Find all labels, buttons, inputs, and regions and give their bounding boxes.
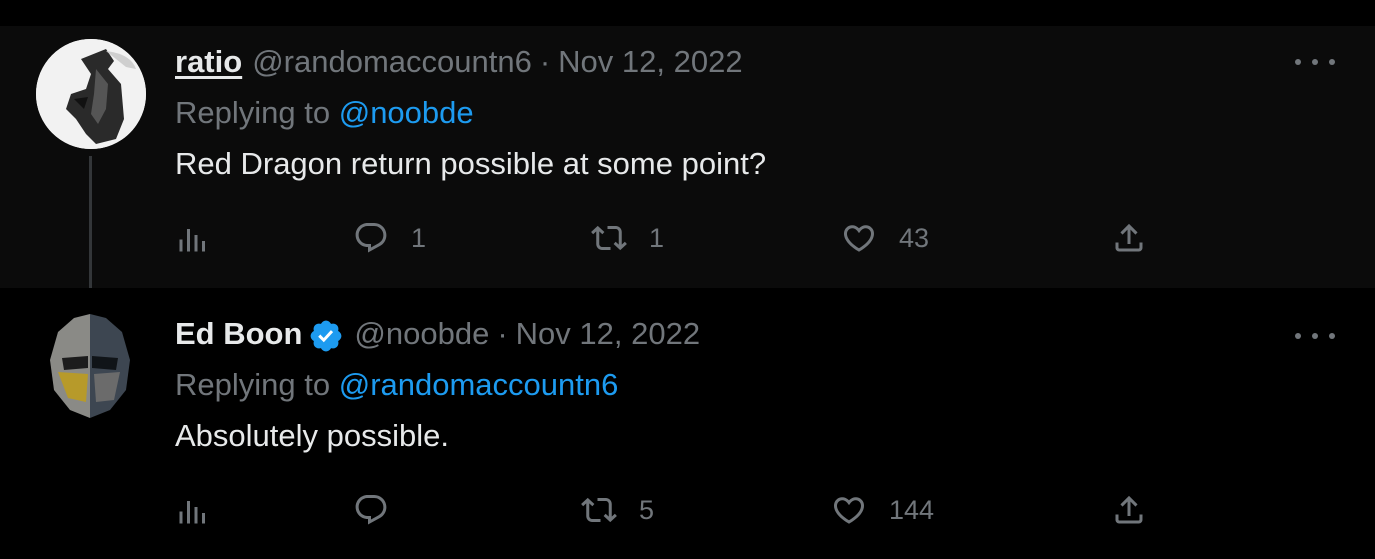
ellipsis-icon [1295, 59, 1301, 65]
bar-chart-icon [179, 229, 205, 252]
separator-dot: · [497, 316, 508, 351]
tweet-header: Ed Boon @noobde · Nov 12, 2022 [175, 314, 1315, 354]
upload-arrow-icon [1115, 495, 1143, 524]
mention-link[interactable]: @noobde [339, 95, 474, 130]
like-count: 43 [899, 222, 930, 253]
tweet-text: Red Dragon return possible at some point… [175, 146, 767, 181]
ellipsis-icon [1329, 333, 1335, 339]
retweet-arrows-icon [591, 225, 627, 251]
tweet-thread: ratio @randomaccountn6 · Nov 12, 2022 Re… [0, 0, 1375, 559]
heart-icon [843, 225, 875, 252]
separator-dot: · [539, 44, 551, 79]
replying-to: Replying to @randomaccountn6 [175, 365, 1315, 405]
display-name[interactable]: Ed Boon [175, 314, 302, 354]
views-button[interactable] [175, 216, 211, 260]
heart-icon [833, 497, 865, 524]
user-handle[interactable]: @noobde [354, 314, 489, 354]
retweet-arrows-icon [581, 497, 617, 523]
share-button[interactable] [1111, 488, 1147, 532]
tweet-actions: 5 144 [175, 488, 1155, 532]
ellipsis-icon [1329, 59, 1335, 65]
ellipsis-icon [1312, 59, 1318, 65]
replying-to-label: Replying to [175, 367, 339, 402]
thread-connector-line [89, 156, 92, 301]
avatar[interactable] [40, 310, 140, 422]
retweet-button[interactable]: 5 [581, 488, 654, 532]
tweet-content: Ed Boon @noobde · Nov 12, 2022 Replying … [175, 314, 1315, 456]
more-options-button[interactable] [1295, 326, 1335, 346]
speech-bubble-icon [355, 223, 387, 253]
display-name[interactable]: ratio [175, 42, 242, 82]
tweet-header: ratio @randomaccountn6 · Nov 12, 2022 [175, 42, 1315, 82]
replying-to-label: Replying to [175, 95, 339, 130]
reply-button[interactable] [353, 488, 411, 532]
share-button[interactable] [1111, 216, 1147, 260]
tweet-content: ratio @randomaccountn6 · Nov 12, 2022 Re… [175, 42, 1315, 184]
tweet-item[interactable]: Ed Boon @noobde · Nov 12, 2022 Replying … [0, 288, 1375, 559]
tweet-item[interactable]: ratio @randomaccountn6 · Nov 12, 2022 Re… [0, 26, 1375, 301]
like-button[interactable]: 43 [841, 216, 929, 260]
views-button[interactable] [175, 488, 211, 532]
mention-link[interactable]: @randomaccountn6 [339, 367, 619, 402]
ellipsis-icon [1312, 333, 1318, 339]
tweet-date[interactable]: Nov 12, 2022 [516, 314, 700, 354]
speech-bubble-icon [355, 495, 387, 525]
tweet-text: Absolutely possible. [175, 418, 449, 453]
avatar[interactable] [36, 39, 146, 149]
retweet-count: 1 [649, 222, 665, 253]
avatar-image [40, 310, 140, 422]
bar-chart-icon [179, 501, 205, 524]
reply-button[interactable]: 1 [353, 216, 426, 260]
reply-count: 1 [411, 222, 427, 253]
retweet-button[interactable]: 1 [591, 216, 664, 260]
replying-to: Replying to @noobde [175, 93, 1315, 133]
avatar-image [36, 39, 146, 149]
retweet-count: 5 [639, 494, 655, 525]
tweet-actions: 1 1 43 [175, 216, 1155, 260]
tweet-date[interactable]: Nov 12, 2022 [558, 42, 742, 82]
more-options-button[interactable] [1295, 52, 1335, 72]
verified-badge-icon[interactable] [308, 318, 344, 354]
like-count: 144 [889, 494, 935, 525]
user-handle[interactable]: @randomaccountn6 [252, 42, 532, 82]
ellipsis-icon [1295, 333, 1301, 339]
like-button[interactable]: 144 [831, 488, 934, 532]
upload-arrow-icon [1115, 223, 1143, 252]
